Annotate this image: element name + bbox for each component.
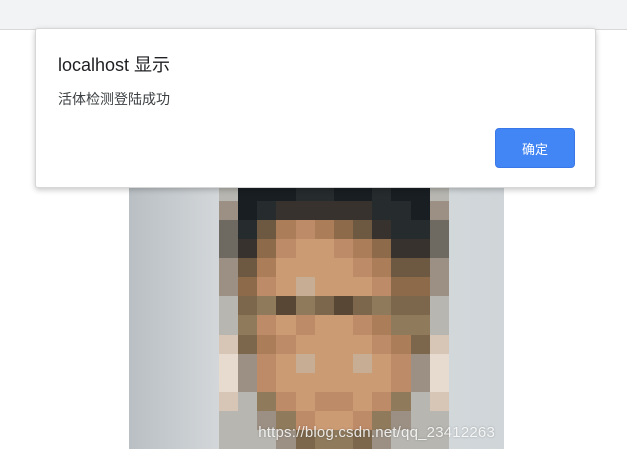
camera-preview: https://blog.csdn.net/qq_23412263 [129,182,504,449]
ok-button[interactable]: 确定 [495,128,575,168]
dialog-message: 活体检测登陆成功 [58,91,170,107]
page: https://blog.csdn.net/qq_23412263 localh… [0,0,627,449]
alert-dialog: localhost 显示 活体检测登陆成功 确定 [35,28,596,188]
dialog-title: localhost 显示 [58,55,171,75]
watermark-text: https://blog.csdn.net/qq_23412263 [258,424,495,441]
browser-top-bar [0,0,627,30]
pixelated-face [219,182,449,449]
